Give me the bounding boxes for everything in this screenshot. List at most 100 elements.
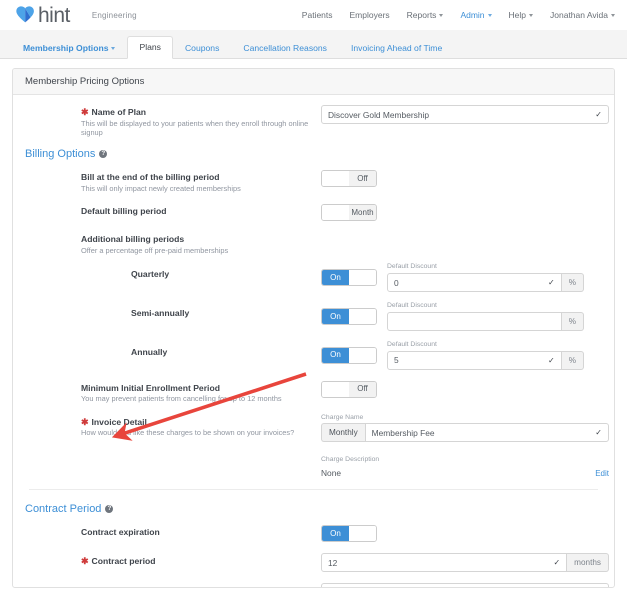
nav-item-employers[interactable]: Employers (350, 10, 390, 20)
chevron-down-icon (111, 47, 116, 51)
field-labels: ✱ Contract period (25, 553, 321, 567)
brand-logo[interactable]: hint (14, 4, 70, 26)
toggle-contract-expiration[interactable]: On (321, 525, 377, 543)
input-value: 0 (394, 277, 399, 288)
tab-label: Membership Options (23, 43, 109, 53)
hint-logo-icon (14, 4, 36, 26)
semi-annually-discount-input[interactable] (387, 311, 562, 331)
tab-membership-options[interactable]: Membership Options (18, 37, 127, 59)
toggle-handle (349, 270, 376, 286)
field-row-minimum-enrollment: Minimum Initial Enrollment Period You ma… (25, 380, 602, 404)
nav-item-patients[interactable]: Patients (302, 10, 333, 20)
toggle-semi-annually[interactable]: On (321, 308, 377, 325)
default-behavior-select[interactable]: Auto-Renew ▲▼ (321, 583, 609, 587)
charge-description-label: Charge Description (321, 456, 380, 464)
field-row-bill-at-end: Bill at the end of the billing period Th… (25, 170, 602, 193)
nav-item-user-menu[interactable]: Jonathan Avida (550, 10, 615, 20)
field-control: Month (321, 204, 602, 222)
page-content: Membership Pricing Options ✱ Name of Plan… (0, 68, 627, 591)
toggle-minimum-enrollment[interactable]: Off (321, 380, 377, 398)
field-labels: Quarterly (25, 264, 321, 280)
nav-label: Patients (301, 10, 333, 20)
charge-description-row: None Edit (321, 468, 609, 478)
discount-field-label: Default Discount (387, 340, 437, 348)
label-text: Name of Plan (91, 107, 146, 117)
tab-cancellation-reasons[interactable]: Cancellation Reasons (231, 37, 339, 59)
help-icon[interactable]: ? (99, 150, 108, 159)
input-value: 12 (328, 557, 338, 568)
toggle-handle (322, 381, 349, 397)
discount-field-label: Default Discount (387, 263, 437, 271)
field-label: Semi-annually (131, 308, 190, 318)
field-labels: Annually (25, 342, 321, 358)
nav-item-reports[interactable]: Reports (407, 10, 444, 20)
field-row-semi-annually: Semi-annually On Default Discount % (25, 302, 602, 331)
valid-check-icon: ✓ (548, 278, 555, 287)
field-hint: You may prevent patients from cancelling… (81, 394, 282, 404)
semi-annually-discount-input-group: % (387, 311, 584, 331)
charge-name-input[interactable]: Membership Fee ✓ (364, 423, 609, 443)
nav-item-admin[interactable]: Admin (460, 10, 492, 20)
field-control: Off (321, 380, 602, 398)
percent-suffix: % (561, 273, 584, 292)
label-text: Invoice Detail (91, 416, 147, 427)
tab-coupons[interactable]: Coupons (173, 37, 231, 59)
field-label: Quarterly (131, 269, 170, 280)
field-control: On (321, 525, 602, 543)
field-row-invoice-detail: ✱ Invoice Detail How would you like these… (25, 414, 609, 478)
field-control: Off (321, 170, 602, 188)
percent-suffix: % (561, 311, 584, 331)
toggle-default-billing-period[interactable]: Month (321, 204, 377, 222)
toggle-handle (322, 205, 349, 221)
section-title: Billing Options (25, 148, 96, 161)
field-hint: This will only impact newly created memb… (81, 183, 241, 193)
nav-label: Jonathan Avida (550, 10, 608, 20)
field-labels: Contract expiration (25, 525, 321, 538)
charge-name-input-group: Monthly Membership Fee ✓ (321, 423, 609, 443)
field-control: Charge Name Monthly Membership Fee ✓ Cha… (321, 414, 609, 478)
field-label: ✱ Contract period (81, 556, 321, 567)
help-icon[interactable]: ? (105, 505, 114, 514)
percent-suffix: % (561, 350, 584, 370)
field-label: Contract expiration (81, 527, 160, 538)
semi-annually-discount-field: Default Discount % (387, 302, 584, 331)
charge-description-value: None (321, 468, 342, 479)
membership-pricing-panel: Membership Pricing Options ✱ Name of Plan… (12, 68, 615, 588)
field-row-contract-expiration: Contract expiration On (25, 525, 602, 543)
contract-period-input[interactable]: 12 ✓ (321, 553, 568, 573)
tab-invoicing-ahead-of-time[interactable]: Invoicing Ahead of Time (339, 37, 454, 59)
field-control: Discover Gold Membership ✓ (321, 105, 609, 124)
months-suffix: months (567, 553, 609, 573)
charge-description-block: Charge Description None Edit (321, 448, 609, 478)
field-label: Minimum Initial Enrollment Period (81, 382, 220, 393)
field-row-quarterly: Quarterly On Default Discount 0 ✓ % (25, 263, 602, 292)
tab-label: Cancellation Reasons (243, 43, 327, 53)
field-control: 12 ✓ months (321, 553, 609, 573)
toggle-state-label: On (322, 347, 349, 363)
field-labels: Default billing period (25, 204, 321, 217)
nav-item-help[interactable]: Help (509, 10, 534, 20)
field-labels: Semi-annually (25, 303, 321, 319)
quarterly-discount-input[interactable]: 0 ✓ (387, 273, 562, 292)
section-heading-contract-period: Contract Period ? (25, 503, 602, 515)
tab-plans[interactable]: Plans (127, 36, 173, 59)
field-label: Default behavior at end of contract (81, 587, 321, 588)
required-asterisk: ✱ (81, 556, 89, 567)
field-label: ✱ Name of Plan (81, 107, 321, 118)
quarterly-discount-field: Default Discount 0 ✓ % (387, 263, 584, 292)
field-label: Default billing period (81, 206, 167, 217)
toggle-quarterly[interactable]: On (321, 269, 377, 287)
field-hint: How would you like these charges to be s… (81, 428, 295, 438)
toggle-handle (349, 309, 376, 324)
default-behavior-select-wrap: Auto-Renew ▲▼ (321, 583, 609, 587)
section-divider (29, 489, 598, 491)
nav-label: Reports (406, 10, 437, 20)
toggle-annually[interactable]: On (321, 346, 377, 364)
annually-discount-input[interactable]: 5 ✓ (387, 350, 562, 370)
plan-name-input[interactable]: Discover Gold Membership ✓ (321, 105, 609, 124)
toggle-bill-at-end[interactable]: Off (321, 170, 377, 188)
panel-title: Membership Pricing Options (13, 69, 614, 95)
field-row-annually: Annually On Default Discount 5 ✓ % (25, 340, 602, 370)
edit-charge-description-link[interactable]: Edit (595, 469, 609, 478)
section-heading-billing-options: Billing Options ? (25, 148, 602, 160)
